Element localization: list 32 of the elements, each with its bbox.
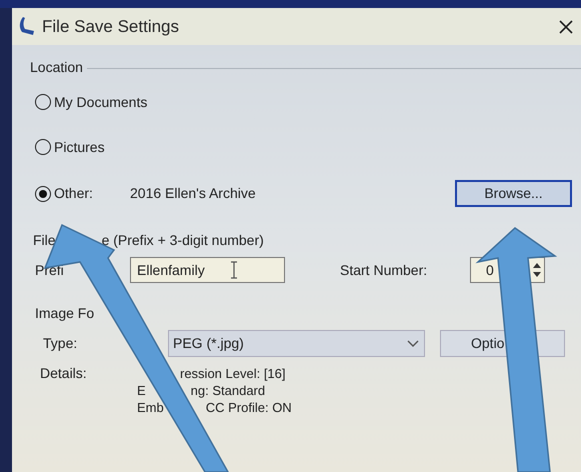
detail-text: E <box>137 382 146 399</box>
close-icon[interactable] <box>559 20 573 34</box>
radio-option[interactable]: Pictures <box>35 136 105 158</box>
radio-option[interactable]: Other: <box>35 183 130 204</box>
browse-button[interactable]: Browse... <box>455 180 572 207</box>
folder-path: 2016 Ellen's Archive <box>130 184 256 203</box>
option-label: Other: <box>54 184 93 203</box>
text-cursor-icon <box>230 261 238 279</box>
chevron-down-icon <box>407 340 419 348</box>
group-label: Image Fo <box>35 304 94 323</box>
group-label: Location <box>30 58 83 76</box>
group-label: File <box>33 230 56 250</box>
detail-text: Emb <box>137 399 164 416</box>
field-label: Start Number: <box>340 260 428 280</box>
dropdown-value: PEG (*.jpg) <box>173 334 244 353</box>
prefix-field[interactable]: Ellenfamily <box>130 257 285 283</box>
detail-text: ression Level: [16] <box>180 365 286 382</box>
radio-option[interactable]: My Documents <box>35 92 148 112</box>
radio-button[interactable] <box>35 94 51 110</box>
field-value: 0 <box>486 260 494 280</box>
field-label: Type: <box>43 334 78 353</box>
field-label: Details: <box>40 365 88 383</box>
option-label: My Documents <box>54 92 148 112</box>
type-dropdown[interactable]: PEG (*.jpg) <box>168 330 425 357</box>
group-label: e (Prefix + 3-digit number) <box>102 230 264 250</box>
field-value: Ellenfamily <box>137 260 205 280</box>
option-label: Pictures <box>54 138 105 156</box>
window-title: File Save Settings <box>42 16 180 38</box>
detail-text: CC Profile: ON <box>206 399 292 416</box>
radio-button[interactable] <box>35 186 51 202</box>
detail-text: ng: Standard <box>190 382 266 399</box>
radio-button[interactable] <box>35 139 51 155</box>
